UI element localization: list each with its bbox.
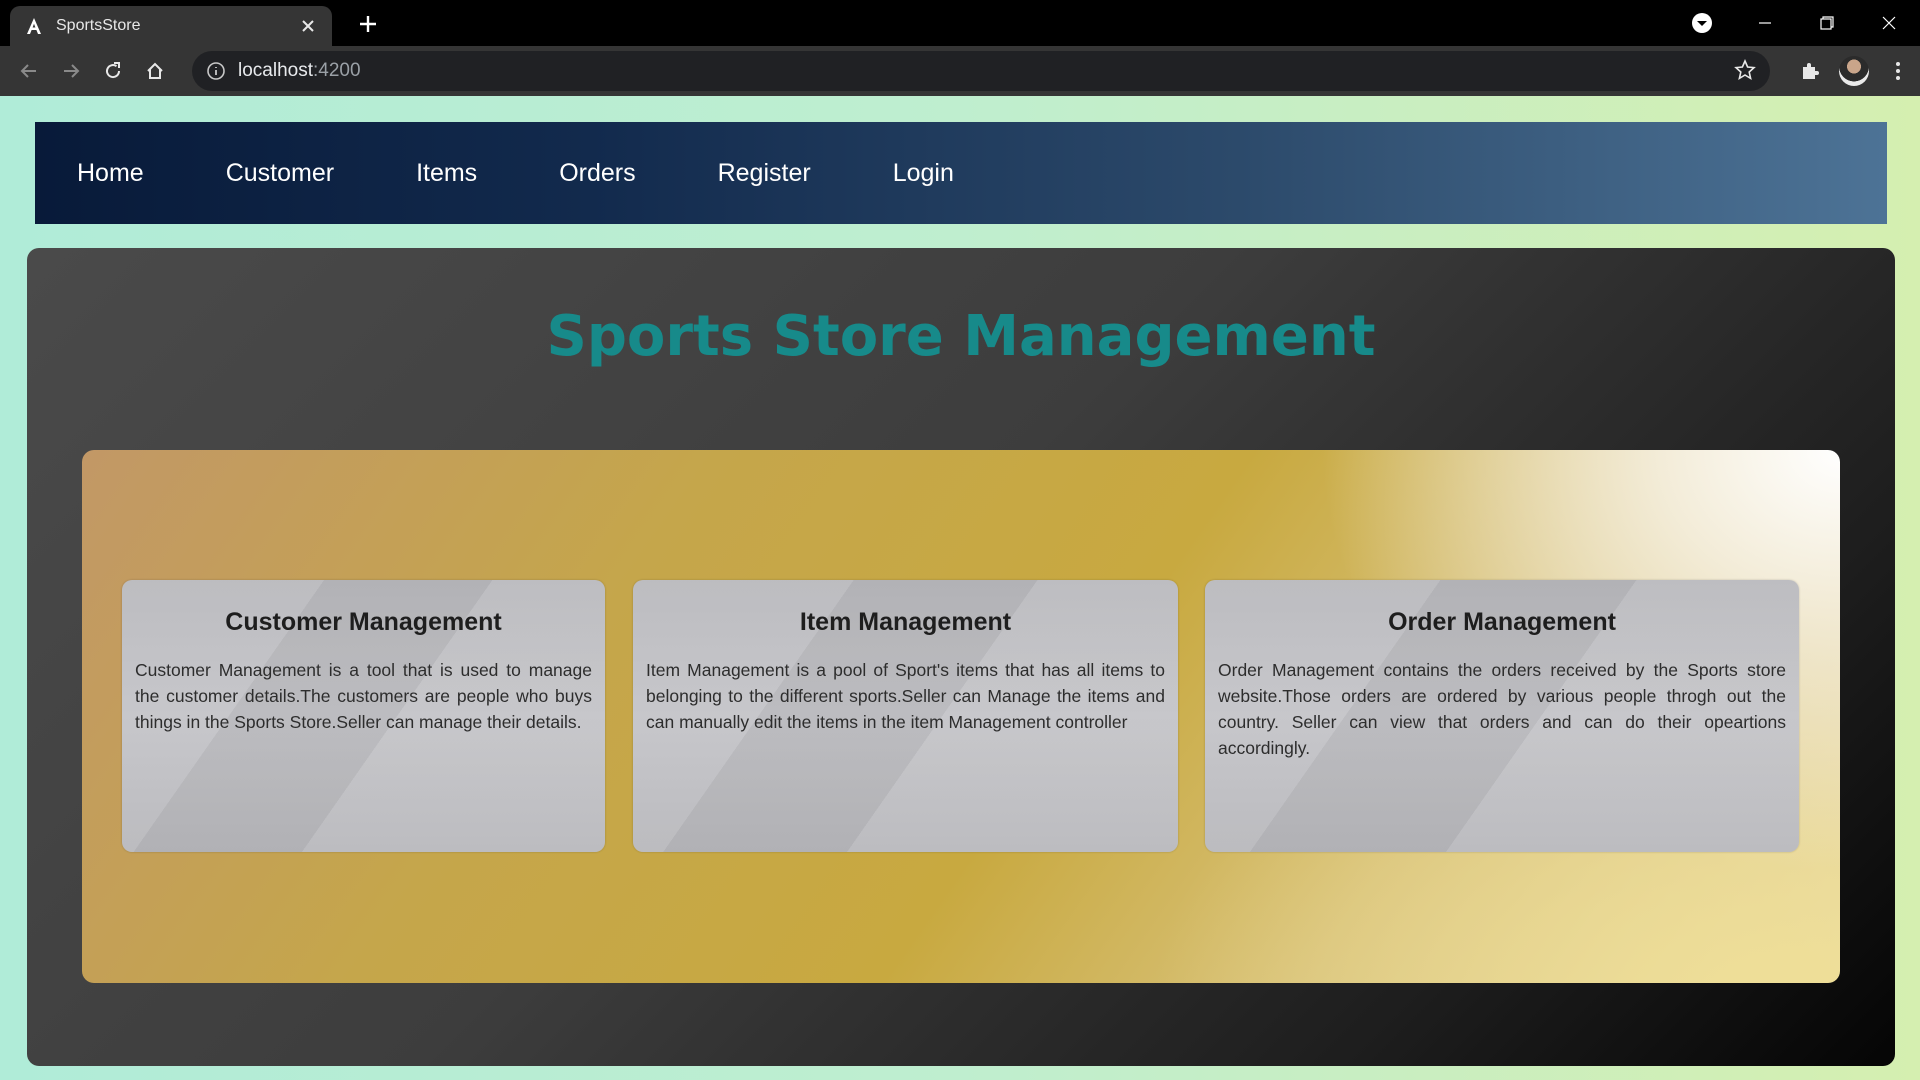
site-info-icon[interactable] bbox=[206, 61, 226, 81]
tab-search-icon[interactable] bbox=[1690, 11, 1714, 35]
close-window-icon[interactable] bbox=[1858, 0, 1920, 46]
card-text: Customer Management is a tool that is us… bbox=[135, 660, 592, 732]
nav-register[interactable]: Register bbox=[718, 159, 811, 188]
address-bar[interactable]: localhost:4200 bbox=[192, 51, 1770, 91]
bookmark-star-icon[interactable] bbox=[1734, 59, 1756, 81]
reload-icon[interactable] bbox=[92, 50, 134, 92]
card-title: Order Management bbox=[1388, 608, 1616, 636]
main-navbar: Home Customer Items Orders Register Logi… bbox=[35, 122, 1887, 224]
profile-avatar[interactable] bbox=[1832, 49, 1876, 93]
nav-customer[interactable]: Customer bbox=[226, 159, 334, 188]
tab-close-icon[interactable] bbox=[298, 16, 318, 36]
tab-title: SportsStore bbox=[56, 17, 141, 34]
customer-management-card: Customer Management Customer Management … bbox=[122, 580, 605, 852]
item-management-card: Item Management Item Management is a poo… bbox=[633, 580, 1178, 852]
order-management-card: Order Management Order Management contai… bbox=[1205, 580, 1799, 852]
browser-titlebar: SportsStore bbox=[0, 0, 1920, 46]
card-text: Order Management contains the orders rec… bbox=[1218, 660, 1786, 758]
feature-section: Customer Management Customer Management … bbox=[82, 450, 1840, 983]
home-icon[interactable] bbox=[134, 50, 176, 92]
angular-favicon-icon bbox=[27, 18, 41, 34]
nav-home[interactable]: Home bbox=[77, 159, 144, 188]
nav-items[interactable]: Items bbox=[416, 159, 477, 188]
card-title: Customer Management bbox=[225, 608, 502, 636]
page-viewport: Home Customer Items Orders Register Logi… bbox=[0, 96, 1920, 1080]
back-icon[interactable] bbox=[8, 50, 50, 92]
minimize-icon[interactable] bbox=[1734, 0, 1796, 46]
card-text: Item Management is a pool of Sport's ite… bbox=[646, 660, 1165, 732]
url-text: localhost:4200 bbox=[238, 60, 361, 81]
browser-toolbar: localhost:4200 bbox=[0, 46, 1920, 96]
extensions-icon[interactable] bbox=[1788, 49, 1832, 93]
forward-icon[interactable] bbox=[50, 50, 92, 92]
menu-kebab-icon[interactable] bbox=[1876, 49, 1920, 93]
restore-icon[interactable] bbox=[1796, 0, 1858, 46]
browser-tab[interactable]: SportsStore bbox=[10, 6, 332, 46]
card-title: Item Management bbox=[799, 608, 1012, 636]
nav-orders[interactable]: Orders bbox=[559, 159, 635, 188]
new-tab-icon[interactable] bbox=[354, 10, 382, 38]
nav-login[interactable]: Login bbox=[893, 159, 954, 188]
page-title: Sports Store Management bbox=[546, 304, 1376, 369]
main-panel: Sports Store Management Customer Managem… bbox=[27, 248, 1895, 1066]
